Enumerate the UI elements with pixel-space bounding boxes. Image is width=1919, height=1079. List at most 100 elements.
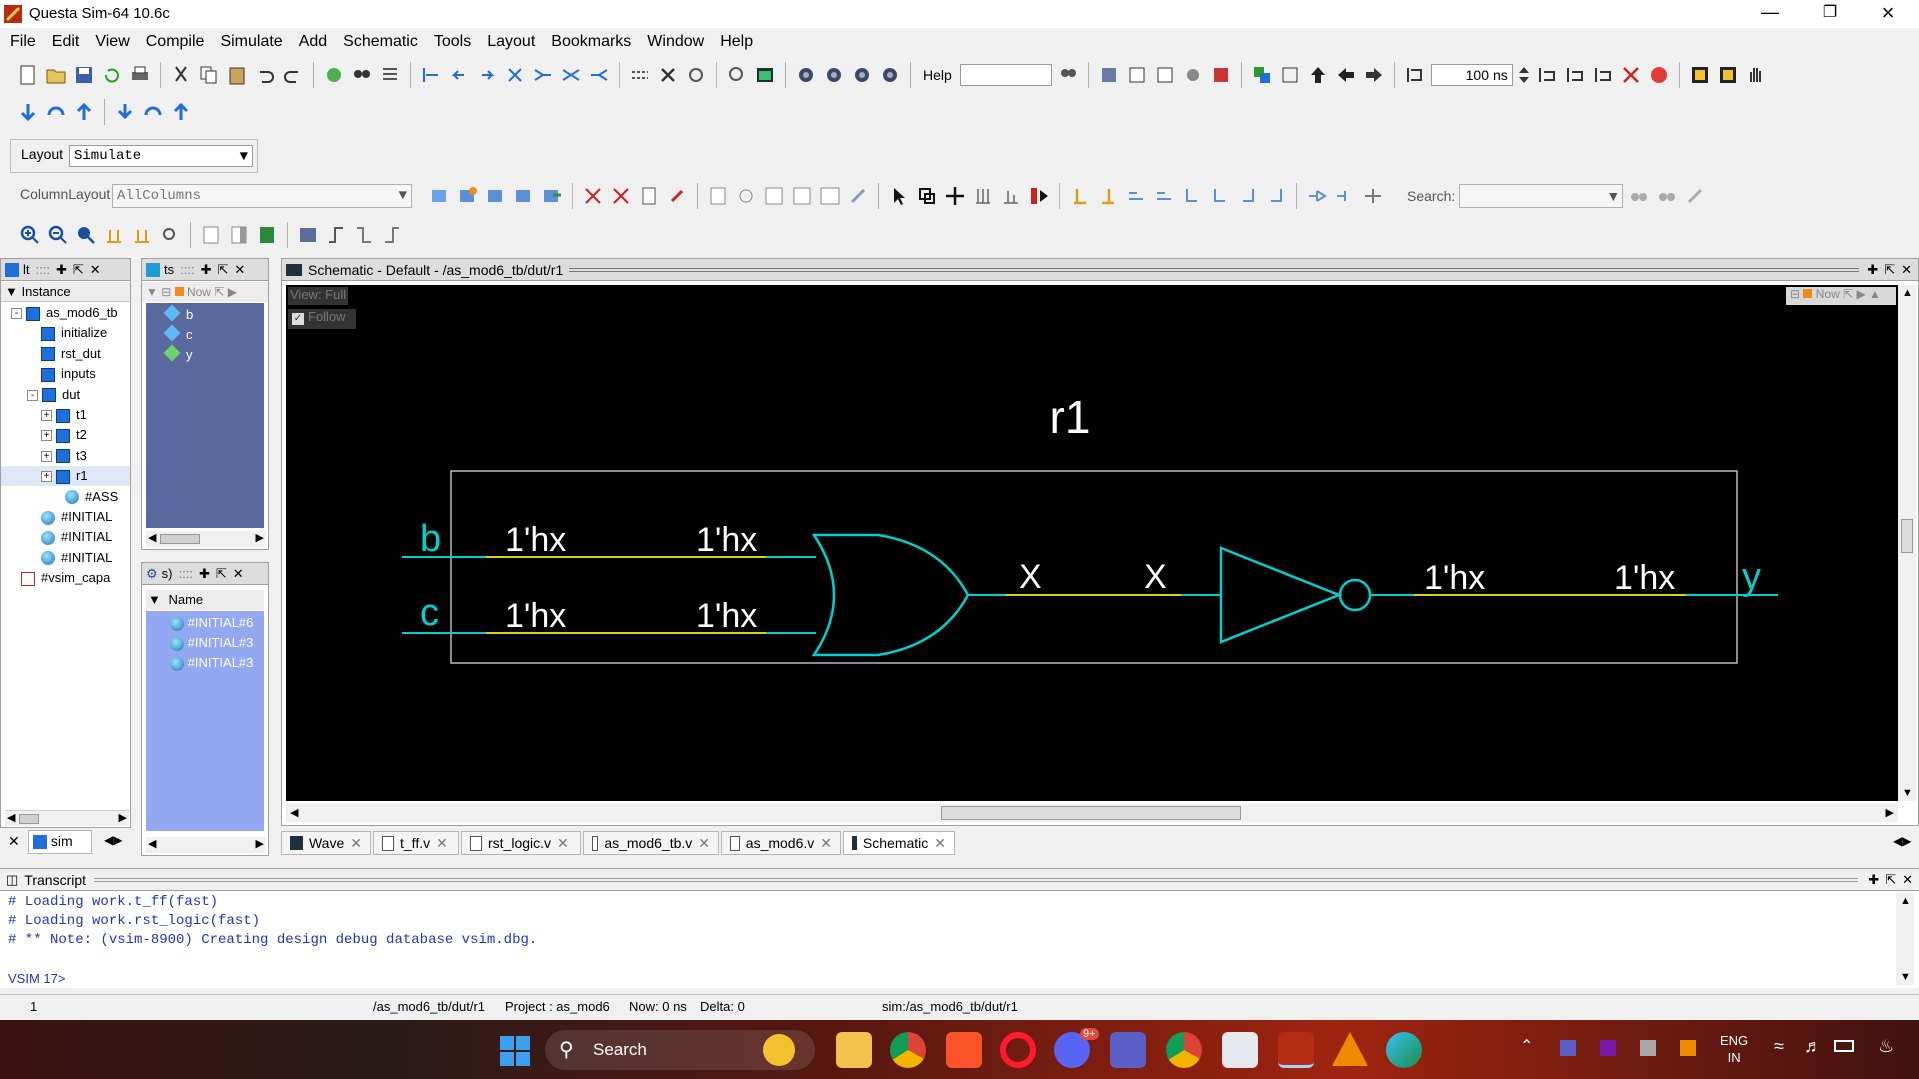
- radix-hex-icon[interactable]: [790, 184, 814, 208]
- instance-column-header[interactable]: ▼ Instance: [1, 282, 130, 302]
- tab-as-mod6-tb[interactable]: as_mod6_tb.v ✕: [583, 831, 719, 855]
- chrome-icon[interactable]: [890, 1032, 926, 1068]
- menu-edit[interactable]: Edit: [44, 28, 88, 56]
- close-pane-icon[interactable]: ✕: [90, 262, 101, 278]
- tree-row-ass[interactable]: #ASS: [65, 487, 118, 507]
- scroll-down-icon[interactable]: ▼: [1900, 971, 1911, 983]
- expand-icon[interactable]: +: [41, 430, 52, 442]
- teams-icon[interactable]: [1110, 1032, 1146, 1068]
- library-icon[interactable]: [1097, 63, 1121, 87]
- step-out-menu-icon[interactable]: [169, 100, 193, 124]
- memory-icon[interactable]: [725, 63, 749, 87]
- help-search-icon[interactable]: [1056, 63, 1080, 87]
- step-back-icon[interactable]: [447, 63, 471, 87]
- search-binoculars-icon[interactable]: [1627, 184, 1651, 208]
- collapse-icon[interactable]: -: [27, 389, 38, 401]
- add-wave-icon[interactable]: [428, 184, 452, 208]
- column-left-icon[interactable]: [199, 223, 223, 247]
- volume-icon[interactable]: ♬: [1804, 1036, 1822, 1057]
- close-tab-icon[interactable]: ✕: [934, 835, 946, 852]
- layout-icon[interactable]: [1688, 63, 1712, 87]
- falling-edge-icon[interactable]: [352, 223, 376, 247]
- tree-row-inputs[interactable]: inputs: [41, 364, 96, 384]
- search-options-icon[interactable]: [1683, 184, 1707, 208]
- run-all-icon[interactable]: [1591, 63, 1615, 87]
- close-pane-icon[interactable]: ✕: [233, 566, 244, 582]
- remove-signal-icon[interactable]: [581, 184, 605, 208]
- scroll-up-icon[interactable]: ▲: [1902, 287, 1913, 299]
- close-tab-icon[interactable]: ✕: [350, 835, 362, 852]
- scroll-down-icon[interactable]: ▼: [1902, 787, 1913, 799]
- block-icon[interactable]: [296, 223, 320, 247]
- run-gear-icon[interactable]: [794, 63, 818, 87]
- clear-icon[interactable]: [665, 184, 689, 208]
- run-all-gear-icon[interactable]: [822, 63, 846, 87]
- dock-handle[interactable]: ::::: [179, 566, 193, 581]
- tree-row-asmod6tb[interactable]: - as_mod6_tb: [11, 303, 118, 323]
- tree-row-initial[interactable]: #INITIAL: [41, 527, 112, 547]
- scroll-left-icon[interactable]: ◀: [148, 531, 156, 544]
- find-icon[interactable]: [350, 63, 374, 87]
- scroll-thumb[interactable]: [1901, 519, 1913, 553]
- search-input[interactable]: ▼: [1459, 184, 1624, 208]
- menu-compile[interactable]: Compile: [138, 28, 213, 56]
- run-icon[interactable]: [1535, 63, 1559, 87]
- tree-row-rstdut[interactable]: rst_dut: [41, 344, 101, 364]
- transcript-vscroll[interactable]: ▲ ▼: [1896, 893, 1914, 985]
- tab-schematic[interactable]: Schematic ✕: [843, 831, 955, 855]
- bookmark-list-icon[interactable]: [1278, 63, 1302, 87]
- close-pane-icon[interactable]: ✕: [1902, 872, 1913, 888]
- zoom-cursor-icon[interactable]: [130, 223, 154, 247]
- step-over-menu-icon[interactable]: [141, 100, 165, 124]
- tray-shield-icon[interactable]: [1640, 1040, 1656, 1056]
- add-log-icon[interactable]: [484, 184, 508, 208]
- scroll-thumb[interactable]: [19, 814, 39, 824]
- collapse-icon[interactable]: -: [11, 308, 22, 320]
- chevron-down-icon[interactable]: ▼: [1606, 188, 1620, 204]
- layout-select[interactable]: Simulate ▼: [69, 145, 253, 167]
- left-arrow-icon[interactable]: [1334, 63, 1358, 87]
- stop-sim-icon[interactable]: [1027, 184, 1051, 208]
- coverage-close-icon[interactable]: [1209, 63, 1233, 87]
- restart-icon[interactable]: [1250, 63, 1274, 87]
- add-schematic-icon[interactable]: [540, 184, 564, 208]
- coverage-icon[interactable]: [1181, 63, 1205, 87]
- calendar-icon[interactable]: [1125, 63, 1149, 87]
- reload-icon[interactable]: [100, 63, 124, 87]
- menu-file[interactable]: File: [2, 28, 44, 56]
- delete-icon[interactable]: [656, 63, 680, 87]
- chrome-alt-icon[interactable]: [1166, 1032, 1202, 1068]
- step-down-menu-icon[interactable]: [113, 100, 137, 124]
- schematic-vscroll[interactable]: ▲ ▼: [1898, 285, 1916, 801]
- sim-tab[interactable]: sim: [28, 830, 92, 854]
- menu-add[interactable]: Add: [291, 28, 335, 56]
- notification-bell-icon[interactable]: ♨: [1878, 1036, 1894, 1057]
- tree-row-initial[interactable]: #INITIAL: [41, 507, 112, 527]
- copy-icon[interactable]: [197, 63, 221, 87]
- trace-output-icon[interactable]: [587, 63, 611, 87]
- tab-rst-logic[interactable]: rst_logic.v ✕: [461, 831, 581, 855]
- hierarchy-up-icon[interactable]: [1180, 184, 1204, 208]
- settings-tool-icon[interactable]: [846, 184, 870, 208]
- undock-icon[interactable]: ⇱: [73, 262, 84, 278]
- add-pane-icon[interactable]: ✚: [1868, 872, 1879, 888]
- close-button[interactable]: ×: [1873, 0, 1903, 25]
- paste-icon[interactable]: [225, 63, 249, 87]
- step-out-icon[interactable]: [72, 100, 96, 124]
- calendar-alt-icon[interactable]: [1153, 63, 1177, 87]
- radix-ascii-icon[interactable]: [762, 184, 786, 208]
- snipping-tool-icon[interactable]: [1222, 1032, 1258, 1068]
- trace-fwd-icon[interactable]: [1152, 184, 1176, 208]
- minimize-button[interactable]: —: [1755, 2, 1785, 26]
- scroll-up-icon[interactable]: ▲: [1900, 895, 1911, 907]
- process-row[interactable]: #INITIAL#3: [170, 655, 253, 671]
- not-gate[interactable]: [1219, 546, 1343, 644]
- continue-gear-icon[interactable]: [850, 63, 874, 87]
- columnlayout-select[interactable]: AllColumns ▼: [112, 184, 412, 208]
- close-tab-icon[interactable]: ✕: [557, 835, 569, 852]
- hierarchy-down-icon[interactable]: [1208, 184, 1232, 208]
- trace-back-icon[interactable]: [1124, 184, 1148, 208]
- readers-drivers-icon[interactable]: [1361, 184, 1385, 208]
- measure-icon[interactable]: [999, 184, 1023, 208]
- tree-row-t3[interactable]: + t3: [41, 446, 87, 466]
